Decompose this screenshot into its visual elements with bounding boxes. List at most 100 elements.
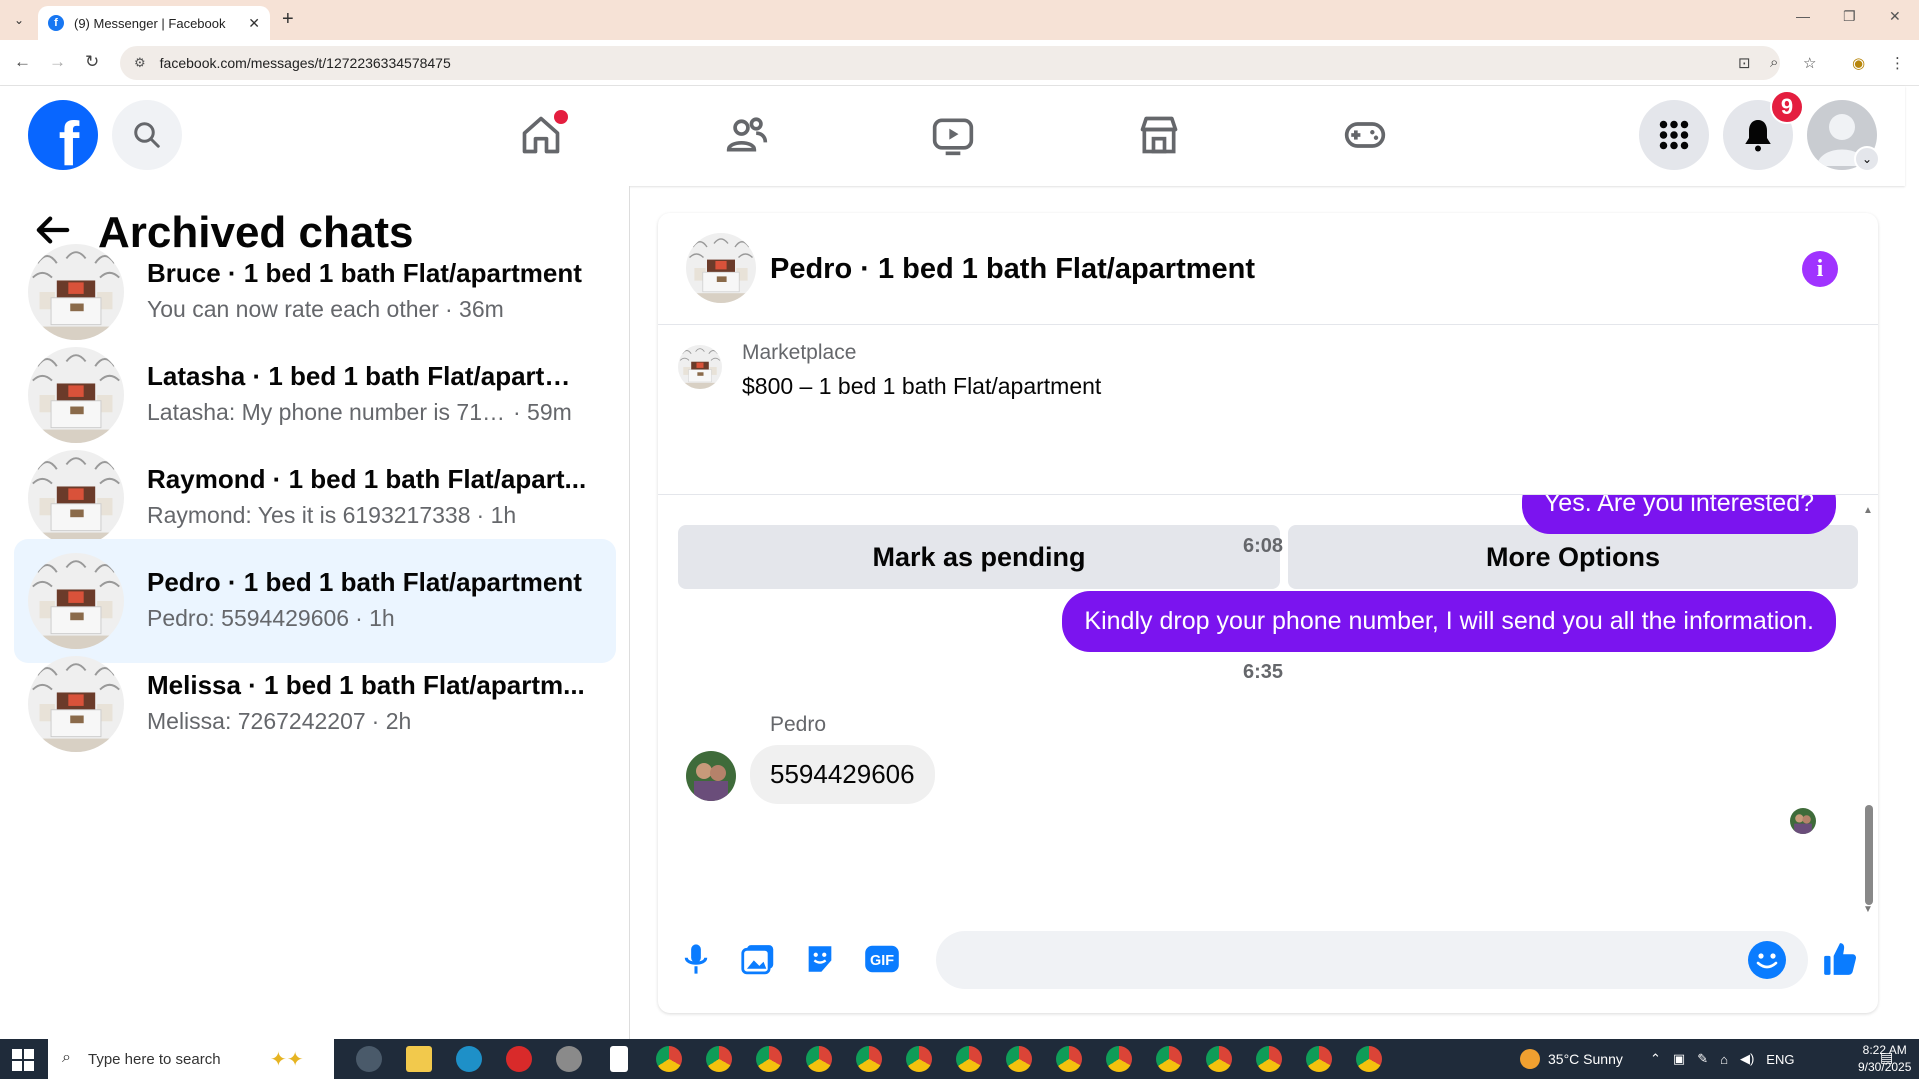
chrome-icon[interactable] xyxy=(906,1046,932,1072)
message-input[interactable] xyxy=(936,931,1808,989)
friends-icon[interactable] xyxy=(722,110,772,160)
listing-title[interactable]: $800 – 1 bed 1 bath Flat/apartment xyxy=(742,373,1101,400)
minimize-icon[interactable]: — xyxy=(1796,8,1810,24)
chat-snippet: Raymond: Yes it is 6193217338 · 1h xyxy=(147,502,607,529)
profile-icon[interactable]: ◉ xyxy=(1852,54,1865,72)
message-scrollbar[interactable]: ▲ ▼ xyxy=(1862,505,1874,915)
info-icon[interactable]: i xyxy=(1802,251,1838,287)
back-icon[interactable]: ← xyxy=(14,52,31,72)
language-indicator[interactable]: ENG xyxy=(1766,1052,1794,1067)
chat-name: Latasha · 1 bed 1 bath Flat/apartm... xyxy=(147,361,587,391)
edge-icon[interactable] xyxy=(456,1046,482,1072)
chrome-icon[interactable] xyxy=(656,1046,682,1072)
chat-snippet: Pedro: 5594429606 · 1h xyxy=(147,605,607,632)
microphone-icon[interactable] xyxy=(674,937,718,981)
menu-grid-icon[interactable] xyxy=(1639,100,1709,170)
chrome-icon[interactable] xyxy=(806,1046,832,1072)
listing-thumbnail[interactable] xyxy=(678,345,722,389)
chat-last-message: Pedro: 5594429606 xyxy=(147,605,350,631)
chrome-icon[interactable] xyxy=(1156,1046,1182,1072)
app-icon[interactable] xyxy=(556,1046,582,1072)
gif-icon[interactable]: GIF xyxy=(860,937,904,981)
chrome-icon[interactable] xyxy=(856,1046,882,1072)
chrome-icon[interactable] xyxy=(1206,1046,1232,1072)
install-app-icon[interactable]: ⊡ xyxy=(1738,54,1751,72)
search-icon: ⌕ xyxy=(62,1049,71,1066)
bookmark-star-icon[interactable]: ☆ xyxy=(1803,54,1816,72)
facebook-favicon-icon: f xyxy=(48,15,64,31)
close-tab-icon[interactable]: ✕ xyxy=(248,15,260,32)
pen-icon[interactable]: ✎ xyxy=(1697,1051,1708,1067)
chat-last-message: Latasha: My phone number is 7165... xyxy=(147,399,507,425)
sender-avatar[interactable] xyxy=(686,751,736,801)
sender-name: Pedro xyxy=(770,713,827,736)
new-tab-button[interactable]: + xyxy=(282,8,294,31)
taskbar-search-placeholder: Type here to search xyxy=(88,1050,221,1068)
listing-photo[interactable] xyxy=(686,233,756,303)
file-explorer-icon[interactable] xyxy=(406,1046,432,1072)
volume-icon[interactable]: ◀) xyxy=(1740,1051,1754,1067)
notification-count-badge: 9 xyxy=(1770,90,1804,124)
incoming-message: 5594429606 xyxy=(750,745,935,804)
file-icon[interactable] xyxy=(610,1046,628,1072)
url-field[interactable]: ⚙ facebook.com/messages/t/12722363345784… xyxy=(120,46,1780,80)
taskbar-search-field[interactable]: ⌕ Type here to search ✦✦ xyxy=(48,1039,334,1079)
weather-widget[interactable]: 35°C Sunny xyxy=(1520,1039,1623,1079)
chrome-icon[interactable] xyxy=(1056,1046,1082,1072)
tab-list-button[interactable]: ⌄ xyxy=(8,9,30,31)
browser-tab-bar: ⌄ f (9) Messenger | Facebook ✕ + — ❐ ✕ xyxy=(0,0,1919,40)
message-composer: GIF xyxy=(658,913,1878,1013)
emoji-icon[interactable] xyxy=(1748,941,1786,979)
scrollbar-thumb[interactable] xyxy=(1865,805,1873,905)
tab-title: (9) Messenger | Facebook xyxy=(74,15,226,31)
address-bar-row: ← → ↻ ⚙ facebook.com/messages/t/12722363… xyxy=(0,40,1919,86)
notifications-icon[interactable]: ▤ xyxy=(1880,1049,1893,1066)
chat-time: · 59m xyxy=(513,399,572,425)
chevron-down-icon[interactable]: ⌄ xyxy=(1854,146,1880,172)
network-icon[interactable]: ⌂ xyxy=(1720,1052,1728,1067)
chrome-icon[interactable] xyxy=(706,1046,732,1072)
chat-snippet: Melissa: 7267242207 · 2h xyxy=(147,708,607,735)
chat-name: Bruce · 1 bed 1 bath Flat/apartment xyxy=(147,258,582,288)
outgoing-message: Kindly drop your phone number, I will se… xyxy=(1062,591,1836,652)
search-icon[interactable] xyxy=(112,100,182,170)
conversation-title[interactable]: Pedro · 1 bed 1 bath Flat/apartment xyxy=(770,253,1255,286)
chat-name: Melissa · 1 bed 1 bath Flat/apartm... xyxy=(147,670,585,700)
windows-start-icon[interactable] xyxy=(12,1049,34,1071)
tray-app-icon[interactable]: ▣ xyxy=(1673,1051,1685,1067)
message-thread: Yes. Are you interested? 6:08 Kindly dro… xyxy=(658,495,1868,905)
opera-icon[interactable] xyxy=(506,1046,532,1072)
chrome-icon[interactable] xyxy=(1106,1046,1132,1072)
marketplace-icon[interactable] xyxy=(1134,110,1184,160)
close-window-icon[interactable]: ✕ xyxy=(1889,8,1901,25)
chat-thumbnail xyxy=(28,656,124,752)
video-icon[interactable] xyxy=(928,110,978,160)
chrome-icon[interactable] xyxy=(1256,1046,1282,1072)
task-view-icon[interactable] xyxy=(356,1046,382,1072)
chrome-icon[interactable] xyxy=(756,1046,782,1072)
chat-thumbnail xyxy=(28,244,124,340)
site-info-icon[interactable]: ⚙ xyxy=(134,55,146,71)
photo-icon[interactable] xyxy=(736,937,780,981)
facebook-logo-icon[interactable]: f xyxy=(28,100,98,170)
sticker-icon[interactable] xyxy=(798,937,842,981)
like-thumbs-up-icon[interactable] xyxy=(1818,937,1862,981)
browser-tab[interactable]: f (9) Messenger | Facebook ✕ xyxy=(38,6,270,40)
chat-snippet: You can now rate each other · 36m xyxy=(147,296,607,323)
restore-icon[interactable]: ❐ xyxy=(1843,8,1856,25)
gaming-icon[interactable] xyxy=(1340,110,1390,160)
chat-list-item[interactable]: Melissa · 1 bed 1 bath Flat/apartm... Mel… xyxy=(14,642,616,766)
zoom-icon[interactable]: ⌕ xyxy=(1770,54,1778,71)
chrome-icon[interactable] xyxy=(1306,1046,1332,1072)
chat-thumbnail xyxy=(28,553,124,649)
chat-snippet: Latasha: My phone number is 7165... · 59m xyxy=(147,399,607,426)
browser-menu-icon[interactable]: ⋮ xyxy=(1890,54,1905,72)
chrome-icon[interactable] xyxy=(1356,1046,1382,1072)
reload-icon[interactable]: ↻ xyxy=(85,52,99,72)
chat-time: · 1h xyxy=(476,502,517,528)
conversation-header: Pedro · 1 bed 1 bath Flat/apartment i xyxy=(658,213,1878,325)
chrome-icon[interactable] xyxy=(956,1046,982,1072)
tray-chevron-icon[interactable]: ⌃ xyxy=(1650,1051,1661,1067)
chrome-icon[interactable] xyxy=(1006,1046,1032,1072)
forward-icon[interactable]: → xyxy=(49,52,66,72)
